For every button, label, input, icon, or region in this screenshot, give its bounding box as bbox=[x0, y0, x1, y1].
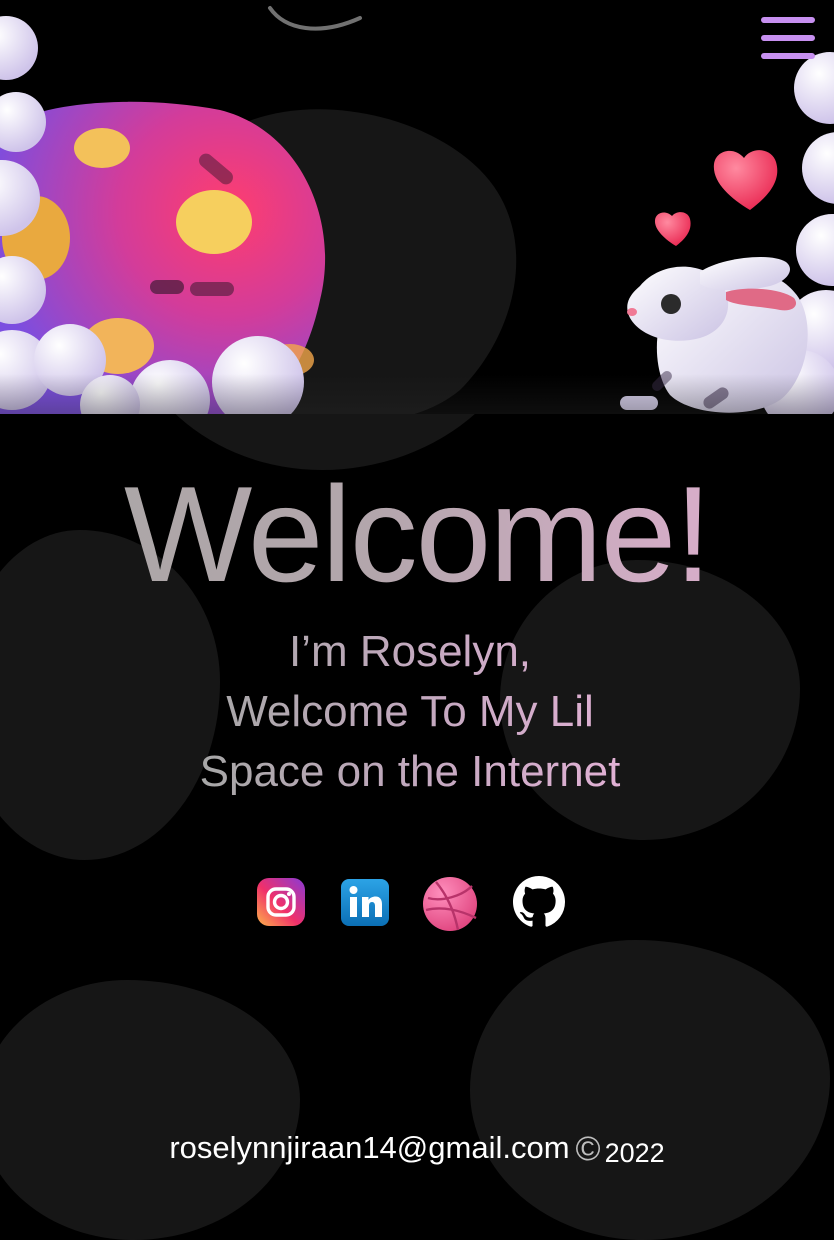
hero-illustration bbox=[0, 6, 834, 414]
background-blob bbox=[0, 980, 300, 1240]
instagram-icon bbox=[257, 878, 305, 926]
social-links bbox=[0, 876, 834, 932]
footer: roselynnjiraan14@gmail.com © 2022 bbox=[0, 1128, 834, 1173]
welcome-title: Welcome! bbox=[0, 454, 834, 614]
github-icon bbox=[513, 876, 565, 927]
bunny-illustration bbox=[620, 257, 808, 413]
intro-text: I’m Roselyn, Welcome To My Lil Space on … bbox=[0, 622, 820, 802]
linkedin-icon bbox=[341, 879, 389, 926]
menu-bar bbox=[761, 35, 815, 41]
dribbble-link[interactable] bbox=[422, 876, 477, 931]
linkedin-link[interactable] bbox=[339, 876, 391, 928]
dribbble-icon bbox=[423, 877, 477, 931]
instagram-link[interactable] bbox=[255, 876, 307, 928]
intro-line: Space on the Internet bbox=[199, 747, 621, 796]
intro-line: Welcome To My Lil bbox=[226, 687, 594, 736]
github-link[interactable] bbox=[513, 876, 565, 928]
menu-bar bbox=[761, 53, 815, 59]
email-link[interactable]: roselynnjiraan14@gmail.com bbox=[169, 1130, 569, 1165]
copyright-symbol: © bbox=[575, 1130, 601, 1168]
menu-bar bbox=[761, 17, 815, 23]
hero-banner bbox=[0, 0, 834, 414]
intro-line: I’m Roselyn, bbox=[288, 627, 532, 676]
menu-button[interactable] bbox=[758, 14, 818, 62]
copyright-year: 2022 bbox=[604, 1138, 665, 1168]
hearts-illustration bbox=[654, 150, 778, 246]
background-blob bbox=[470, 940, 830, 1240]
